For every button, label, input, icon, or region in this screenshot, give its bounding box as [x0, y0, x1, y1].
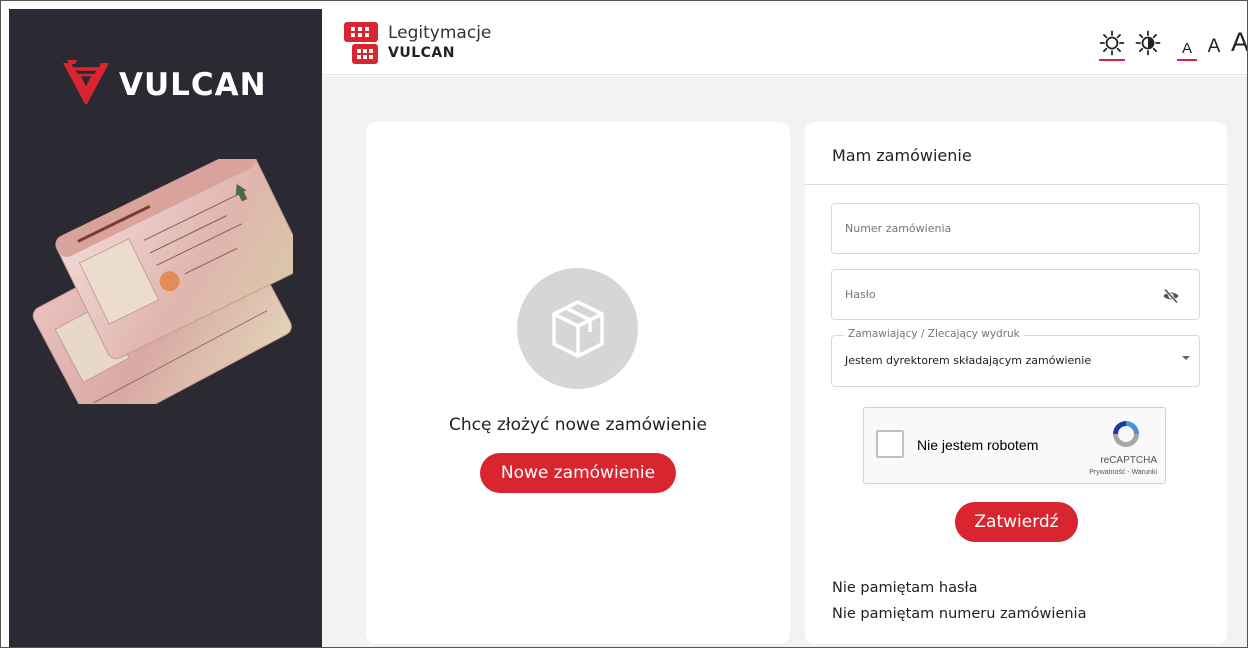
order-number-input[interactable] — [832, 204, 1199, 253]
inactive-underline — [1135, 59, 1161, 61]
divider — [805, 184, 1227, 185]
font-large-button[interactable]: A — [1230, 27, 1248, 61]
submit-button[interactable]: Zatwierdź — [955, 502, 1078, 542]
accessibility-toolbar: A A A — [1098, 27, 1248, 61]
package-icon — [551, 299, 604, 358]
eye-off-icon[interactable] — [1162, 287, 1180, 305]
recaptcha-logo-icon — [1113, 421, 1139, 447]
new-order-heading: Chcę złożyć nowe zamówienie — [448, 415, 708, 435]
inactive-underline — [1207, 59, 1221, 61]
requester-label: Zamawiający / Zlecający wydruk — [844, 328, 1024, 340]
font-medium-button[interactable]: A — [1207, 37, 1221, 61]
student-id-cards-image — [32, 159, 293, 404]
new-order-button[interactable]: Nowe zamówienie — [480, 453, 676, 493]
vulcan-logo: VULCAN — [61, 59, 267, 105]
inactive-underline — [1233, 59, 1247, 61]
requester-select[interactable]: Zamawiający / Zlecający wydruk Jestem dy… — [831, 328, 1200, 387]
vulcan-shield-icon — [63, 60, 109, 104]
top-header: Legitymacje VULCAN A A A — [322, 9, 1248, 75]
order-number-field — [831, 203, 1200, 254]
recaptcha-label: Nie jestem robotem — [917, 437, 1039, 453]
font-small-label: A — [1181, 40, 1192, 57]
recaptcha-brand: reCAPTCHA — [1100, 455, 1157, 466]
brand-name: VULCAN — [119, 67, 267, 103]
contrast-button[interactable] — [1135, 30, 1161, 61]
brightness-button[interactable] — [1098, 30, 1125, 61]
existing-order-card: Mam zamówienie Zamawiający / Zlecający w… — [805, 122, 1227, 644]
app-title: Legitymacje — [388, 23, 492, 43]
requester-value: Jestem dyrektorem składającym zamówienie — [845, 354, 1092, 367]
password-field — [831, 269, 1200, 320]
app-window: VULCAN Legitymacje VULCAN A A A Chcę zło… — [0, 0, 1248, 648]
sidebar: VULCAN — [9, 9, 322, 647]
password-input[interactable] — [832, 270, 1199, 319]
active-underline — [1098, 59, 1125, 61]
font-medium-label: A — [1207, 36, 1221, 57]
active-underline — [1176, 59, 1197, 61]
recaptcha-widget: Nie jestem robotem reCAPTCHA Prywatność … — [863, 407, 1166, 484]
recaptcha-terms-link[interactable]: Prywatność - Warunki — [1089, 469, 1157, 476]
app-logo-icon — [344, 22, 378, 64]
new-order-card: Chcę złożyć nowe zamówienie Nowe zamówie… — [366, 122, 790, 644]
high-contrast-icon — [1135, 30, 1161, 56]
forgot-password-link[interactable]: Nie pamiętam hasła — [832, 580, 978, 596]
font-large-label: A — [1230, 27, 1248, 57]
package-icon-circle — [517, 268, 638, 389]
brightness-icon — [1099, 30, 1125, 56]
app-subtitle: VULCAN — [388, 45, 455, 61]
dropdown-caret-icon — [1182, 356, 1190, 360]
font-small-button[interactable]: A — [1176, 40, 1197, 61]
main-content: Chcę złożyć nowe zamówienie Nowe zamówie… — [322, 76, 1247, 647]
forgot-order-number-link[interactable]: Nie pamiętam numeru zamówienia — [832, 606, 1086, 622]
existing-order-title: Mam zamówienie — [832, 146, 972, 165]
recaptcha-checkbox[interactable] — [876, 430, 904, 458]
